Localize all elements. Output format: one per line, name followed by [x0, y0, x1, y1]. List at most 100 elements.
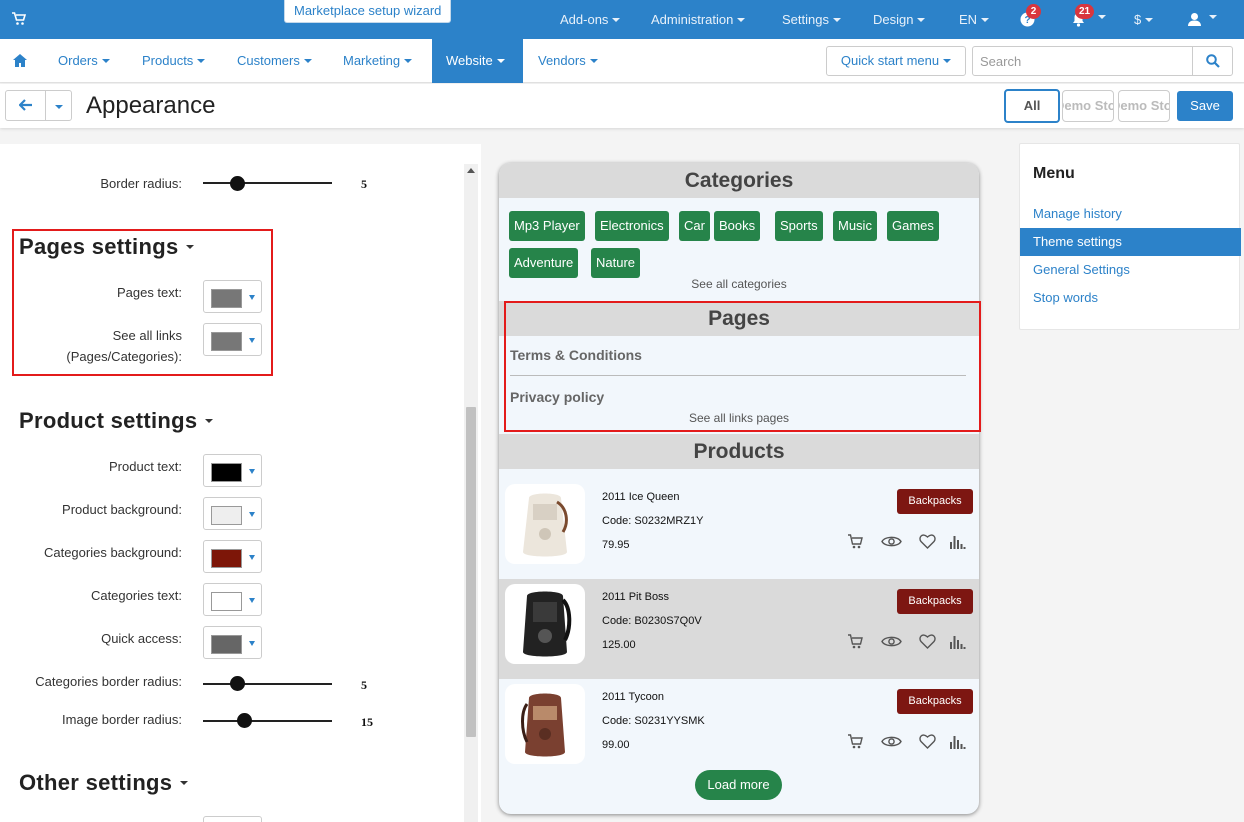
category-tag[interactable]: Sports [775, 211, 823, 241]
product-category-badge: Backpacks [897, 589, 973, 614]
category-tag[interactable]: Electronics [595, 211, 669, 241]
product-image[interactable] [505, 684, 585, 764]
settings-menu[interactable]: Settings [782, 0, 841, 39]
other-settings-heading[interactable]: Other settings [19, 770, 189, 796]
border-radius-slider-handle[interactable] [230, 176, 245, 191]
nav-website-label: Website [446, 53, 493, 68]
pages-text-label: Pages text: [116, 285, 182, 300]
nav-orders[interactable]: Orders [58, 39, 110, 83]
categories-border-radius-slider-handle[interactable] [230, 676, 245, 691]
other-color-picker[interactable] [203, 816, 262, 822]
category-tag[interactable]: Mp3 Player [509, 211, 585, 241]
border-radius-slider-track[interactable] [203, 182, 332, 184]
eye-icon[interactable] [881, 633, 902, 650]
category-tag[interactable]: Adventure [509, 248, 579, 278]
scrollbar-thumb[interactable] [466, 407, 476, 737]
chevron-down-icon [612, 17, 621, 22]
categories-text-label: Categories text: [90, 588, 182, 603]
product-background-label: Product background: [62, 502, 182, 517]
store-demo-button-1[interactable]: Demo Store [1062, 90, 1114, 122]
currency-menu[interactable]: $ [1134, 0, 1154, 39]
nav-vendors[interactable]: Vendors [538, 39, 598, 83]
category-tag[interactable]: Games [887, 211, 939, 241]
category-tag[interactable]: Books [714, 211, 761, 241]
pages-text-swatch [211, 289, 242, 308]
nav-products[interactable]: Products [142, 39, 206, 83]
menu-item-manage-history[interactable]: Manage history [1020, 200, 1241, 228]
product-row[interactable]: 2011 Tycoon Code: S0231YYSMK 99.00 Backp… [499, 679, 979, 779]
pages-settings-heading[interactable]: Pages settings [19, 234, 195, 260]
product-row[interactable]: 2011 Ice Queen Code: S0232MRZ1Y 79.95 Ba… [499, 479, 979, 579]
caret-down-icon [249, 641, 255, 646]
mobile-preview: Categories Mp3 Player Electronics Car Bo… [499, 163, 979, 814]
compare-icon[interactable] [949, 733, 966, 750]
home-icon[interactable] [13, 54, 27, 67]
menu-item-stop-words[interactable]: Stop words [1020, 284, 1241, 312]
cart-icon[interactable] [847, 733, 864, 750]
heart-icon[interactable] [919, 733, 936, 750]
eye-icon[interactable] [881, 733, 902, 750]
addons-menu[interactable]: Add-ons [560, 0, 621, 39]
chevron-down-icon [54, 104, 63, 109]
heart-icon[interactable] [919, 533, 936, 550]
administration-menu[interactable]: Administration [651, 0, 746, 39]
nav-orders-label: Orders [58, 53, 98, 68]
store-demo-button-2[interactable]: Demo Store [1118, 90, 1170, 122]
product-settings-heading[interactable]: Product settings [19, 408, 214, 434]
category-tag[interactable]: Nature [591, 248, 641, 278]
back-button[interactable] [5, 90, 46, 121]
image-border-radius-slider-track[interactable] [203, 720, 332, 722]
user-icon[interactable] [1187, 12, 1202, 27]
page-title: Appearance [86, 92, 216, 119]
product-text-color-picker[interactable] [203, 454, 262, 487]
quick-start-menu-button[interactable]: Quick start menu [826, 46, 966, 76]
image-border-radius-slider-handle[interactable] [237, 713, 252, 728]
menu-item-theme-settings[interactable]: Theme settings [1020, 228, 1241, 256]
back-dropdown-button[interactable] [45, 90, 72, 121]
language-menu[interactable]: EN [959, 0, 990, 39]
categories-border-radius-slider-track[interactable] [203, 683, 332, 685]
chevron-down-icon [981, 17, 990, 22]
design-menu[interactable]: Design [873, 0, 926, 39]
nav-customers[interactable]: Customers [237, 39, 312, 83]
compare-icon[interactable] [949, 633, 966, 650]
category-tag[interactable]: Music [833, 211, 877, 241]
pages-text-color-picker[interactable] [203, 280, 262, 313]
scroll-up-arrow-icon[interactable] [467, 168, 475, 173]
product-image[interactable] [505, 484, 585, 564]
eye-icon[interactable] [881, 533, 902, 550]
quick-start-label: Quick start menu [840, 53, 940, 68]
cart-icon[interactable] [847, 533, 864, 550]
menu-item-general-settings[interactable]: General Settings [1020, 256, 1241, 284]
cart-icon[interactable] [847, 633, 864, 650]
chevron-down-icon [496, 58, 505, 63]
currency-label: $ [1134, 12, 1142, 27]
see-all-links-color-picker[interactable] [203, 323, 262, 356]
category-tag[interactable]: Car [679, 211, 710, 241]
compare-icon[interactable] [949, 533, 966, 550]
nav-marketing[interactable]: Marketing [343, 39, 413, 83]
quick-access-color-picker[interactable] [203, 626, 262, 659]
load-more-button[interactable]: Load more [695, 770, 782, 800]
search-input[interactable] [972, 46, 1193, 76]
chevron-down-icon [1145, 17, 1154, 22]
heart-icon[interactable] [919, 633, 936, 650]
see-all-categories-link[interactable]: See all categories [499, 277, 979, 291]
save-button[interactable]: Save [1177, 91, 1233, 121]
product-row[interactable]: 2011 Pit Boss Code: B0230S7Q0V 125.00 Ba… [499, 579, 979, 679]
product-background-color-picker[interactable] [203, 497, 262, 530]
product-price: 99.00 [602, 739, 630, 751]
categories-background-color-picker[interactable] [203, 540, 262, 573]
marketplace-setup-wizard-link[interactable]: Marketplace setup wizard [284, 0, 452, 23]
title-bar: Appearance All Demo Store Demo Store Sav… [0, 84, 1244, 128]
store-all-button[interactable]: All [1004, 89, 1060, 123]
cart-icon[interactable] [12, 12, 26, 26]
search-button[interactable] [1192, 46, 1233, 76]
quick-access-label: Quick access: [101, 631, 182, 646]
chevron-down-icon [101, 58, 110, 63]
nav-website[interactable]: Website [432, 39, 523, 83]
product-image[interactable] [505, 584, 585, 664]
categories-text-color-picker[interactable] [203, 583, 262, 616]
product-price: 79.95 [602, 539, 630, 551]
chevron-down-icon [737, 17, 746, 22]
